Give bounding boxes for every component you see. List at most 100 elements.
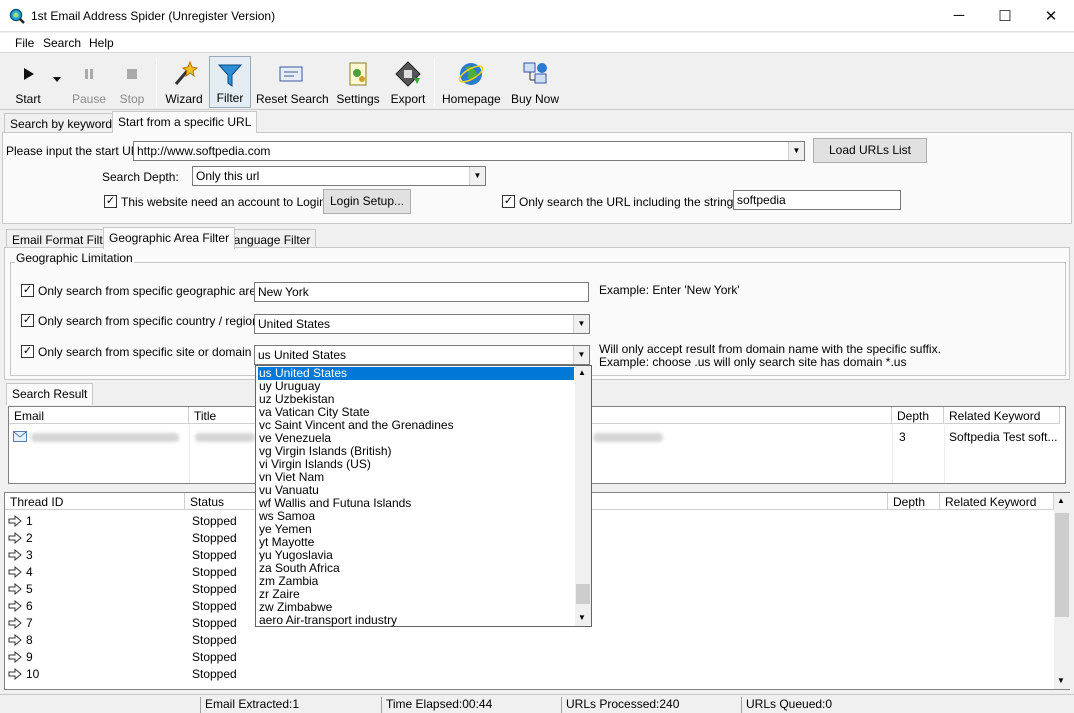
- network-computers-icon: [523, 62, 547, 84]
- thread-status: Stopped: [192, 667, 237, 681]
- geo-group-title: Geographic Limitation: [15, 251, 134, 265]
- filter-tabs: Email Format Filter Geographic Area Filt…: [6, 227, 1070, 249]
- col-thread-keyword[interactable]: Related Keyword: [940, 493, 1054, 510]
- window-title: 1st Email Address Spider (Unregister Ver…: [31, 9, 276, 23]
- stop-icon: [127, 69, 137, 79]
- export-button[interactable]: Export: [388, 56, 428, 108]
- minimize-button[interactable]: ─: [936, 0, 982, 31]
- geo-area-example: Example: Enter 'New York': [599, 283, 740, 297]
- search-depth-combo[interactable]: Only this url ▼: [192, 166, 486, 186]
- floppy-disk-icon: [395, 61, 421, 87]
- blurred-email: [31, 433, 179, 442]
- load-urls-list-button[interactable]: Load URLs List: [813, 138, 927, 163]
- thread-id: 10: [26, 667, 40, 681]
- domain-value: us United States: [258, 348, 347, 362]
- settings-button[interactable]: Settings: [336, 56, 380, 108]
- start-url-label: Please input the start URL:: [6, 144, 150, 158]
- status-emails-extracted: Email Extracted:1: [200, 697, 380, 713]
- thread-arrow-icon: [8, 668, 22, 680]
- geo-area-checkbox[interactable]: ✓: [21, 284, 34, 297]
- envelope-icon: [13, 431, 27, 442]
- close-button[interactable]: ✕: [1028, 0, 1074, 31]
- thread-arrow-icon: [8, 515, 22, 527]
- country-value: United States: [258, 317, 331, 331]
- dropdown-option[interactable]: aero Air-transport industry: [258, 614, 397, 627]
- col-email[interactable]: Email: [9, 407, 189, 424]
- chevron-down-icon[interactable]: ▼: [573, 315, 589, 333]
- scroll-down-icon[interactable]: ▼: [578, 613, 586, 622]
- filter-button[interactable]: Filter: [209, 56, 251, 108]
- dropdown-scroll-thumb[interactable]: [576, 584, 590, 604]
- login-checkbox[interactable]: ✓: [104, 195, 117, 208]
- scroll-up-icon[interactable]: ▲: [578, 368, 586, 377]
- thread-id: 2: [26, 531, 33, 545]
- wizard-button[interactable]: Wizard: [163, 56, 205, 108]
- only-url-string-value: softpedia: [737, 193, 786, 207]
- scroll-down-icon[interactable]: ▼: [1057, 676, 1065, 685]
- toolbar: Start Pause Stop Wizard Filter Reset Sea…: [0, 54, 1074, 110]
- only-url-string-input[interactable]: softpedia: [733, 190, 901, 210]
- search-depth-label: Search Depth:: [102, 170, 179, 184]
- pause-button[interactable]: Pause: [70, 56, 108, 108]
- maximize-button[interactable]: ☐: [982, 0, 1028, 31]
- start-url-combo[interactable]: http://www.softpedia.com ▼: [133, 141, 805, 161]
- tab-start-from-url[interactable]: Start from a specific URL: [112, 111, 258, 133]
- country-label: Only search from specific country / regi…: [38, 314, 259, 328]
- reset-search-button[interactable]: Reset Search: [256, 56, 329, 108]
- tab-search-by-keywords[interactable]: Search by keywords: [4, 113, 125, 133]
- thread-list-scrollbar[interactable]: ▲ ▼: [1054, 493, 1070, 689]
- thread-arrow-icon: [8, 566, 22, 578]
- thread-id: 1: [26, 514, 33, 528]
- app-search-icon: [9, 8, 25, 24]
- menu-file[interactable]: File: [15, 36, 34, 50]
- menu-help[interactable]: Help: [89, 36, 114, 50]
- domain-checkbox[interactable]: ✓: [21, 345, 34, 358]
- scroll-thumb[interactable]: [1055, 513, 1069, 617]
- thread-status: Stopped: [192, 633, 237, 647]
- thread-id: 7: [26, 616, 33, 630]
- col-thread-depth[interactable]: Depth: [888, 493, 940, 510]
- geo-area-input[interactable]: New York: [254, 282, 589, 302]
- tab-geographic-area-filter[interactable]: Geographic Area Filter: [103, 227, 236, 249]
- stop-button[interactable]: Stop: [114, 56, 150, 108]
- tab-search-result[interactable]: Search Result: [6, 383, 94, 405]
- thread-arrow-icon: [8, 634, 22, 646]
- magic-wand-icon: [174, 60, 198, 85]
- tab-language-filter[interactable]: Language Filter: [221, 229, 317, 249]
- menu-search[interactable]: Search: [43, 36, 81, 50]
- thread-status: Stopped: [192, 548, 237, 562]
- domain-dropdown-list[interactable]: us United States uy Uruguay uz Uzbekistan v…: [255, 365, 592, 627]
- thread-id: 8: [26, 633, 33, 647]
- country-checkbox[interactable]: ✓: [21, 314, 34, 327]
- status-urls-processed: URLs Processed:240: [561, 697, 741, 713]
- country-combo[interactable]: United States ▼: [254, 314, 590, 334]
- only-url-string-checkbox[interactable]: ✓: [502, 195, 515, 208]
- title-bar: 1st Email Address Spider (Unregister Ver…: [0, 0, 1074, 32]
- start-dropdown-arrow-icon[interactable]: [53, 77, 61, 83]
- result-keyword: Softpedia Test soft...: [949, 430, 1058, 444]
- buy-now-button[interactable]: Buy Now: [508, 56, 562, 108]
- thread-status: Stopped: [192, 565, 237, 579]
- domain-note-1: Will only accept result from domain name…: [599, 342, 941, 356]
- chevron-down-icon[interactable]: ▼: [788, 142, 804, 160]
- chevron-down-icon[interactable]: ▼: [573, 346, 589, 364]
- domain-note-2: Example: choose .us will only search sit…: [599, 355, 907, 369]
- col-thread-id[interactable]: Thread ID: [5, 493, 185, 510]
- start-button[interactable]: Start: [8, 56, 48, 108]
- search-mode-tabs: Search by keywords Start from a specific…: [4, 111, 1070, 133]
- thread-status: Stopped: [192, 599, 237, 613]
- status-urls-queued: URLs Queued:0: [741, 697, 921, 713]
- dropdown-scrollbar[interactable]: ▲ ▼: [575, 366, 591, 626]
- thread-arrow-icon: [8, 549, 22, 561]
- chevron-down-icon[interactable]: ▼: [469, 167, 485, 185]
- globe-icon: [458, 63, 484, 85]
- login-setup-button[interactable]: Login Setup...: [323, 189, 411, 214]
- col-related-keyword[interactable]: Related Keyword: [944, 407, 1060, 424]
- domain-combo[interactable]: us United States ▼: [254, 345, 590, 365]
- thread-arrow-icon: [8, 600, 22, 612]
- col-depth[interactable]: Depth: [892, 407, 944, 424]
- homepage-button[interactable]: Homepage: [442, 56, 501, 108]
- pause-icon: [85, 69, 93, 79]
- reset-form-icon: [279, 66, 303, 82]
- scroll-up-icon[interactable]: ▲: [1057, 496, 1065, 505]
